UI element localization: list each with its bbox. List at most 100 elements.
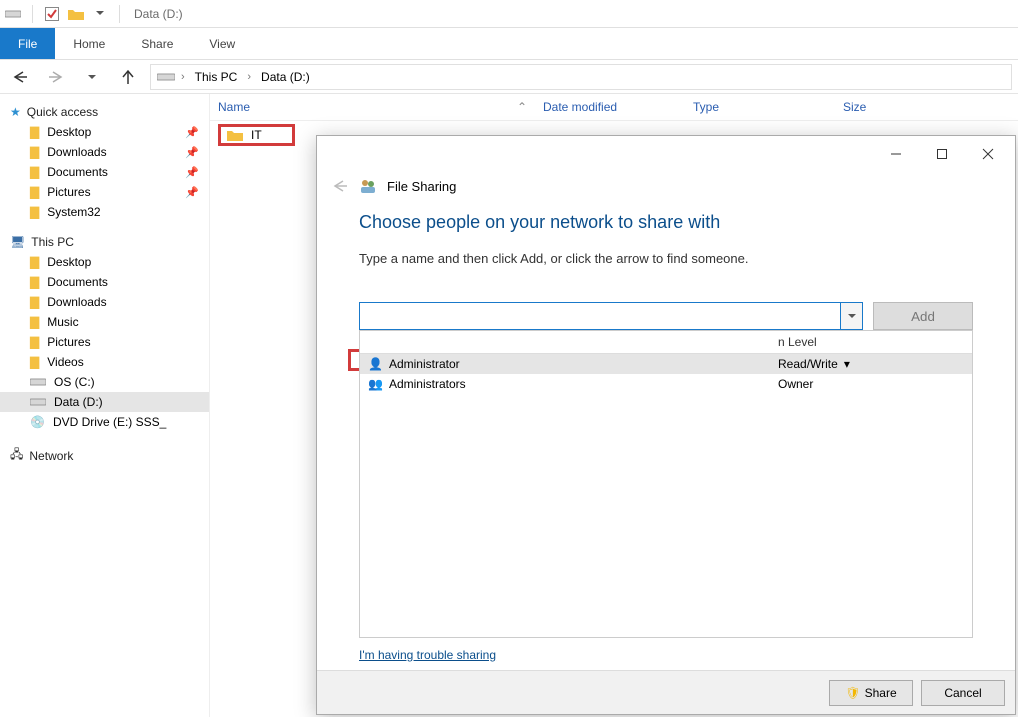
sidebar-item-desktop[interactable]: ▇Desktop📌 <box>0 122 209 142</box>
folder-icon: ▇ <box>30 185 39 199</box>
divider <box>32 5 33 23</box>
disc-icon: 💿 <box>30 415 45 429</box>
add-person-row: Everyone Find people... Add <box>359 302 973 330</box>
folder-icon <box>227 129 243 141</box>
sidebar-item-music[interactable]: ▇Music <box>0 312 209 332</box>
cancel-button[interactable]: Cancel <box>921 680 1005 706</box>
checkbox-icon[interactable] <box>43 5 61 23</box>
drive-icon <box>4 5 22 23</box>
sidebar-item-pictures[interactable]: ▇Pictures <box>0 332 209 352</box>
sidebar-item-data-d[interactable]: Data (D:) <box>0 392 209 412</box>
folder-icon: ▇ <box>30 125 39 139</box>
dialog-heading: Choose people on your network to share w… <box>359 212 973 233</box>
table-row[interactable]: 👤Administrator Read/Write▾ <box>360 354 972 374</box>
dialog-titlebar <box>317 136 1015 172</box>
group-network: 🖧 Network <box>0 442 209 469</box>
breadcrumb-current[interactable]: Data (D:) <box>257 70 314 84</box>
tab-share[interactable]: Share <box>123 28 191 59</box>
sidebar-item-downloads[interactable]: ▇Downloads <box>0 292 209 312</box>
navigation-bar: › This PC › Data (D:) <box>0 60 1018 94</box>
ribbon-tabs: File Home Share View <box>0 28 1018 60</box>
dialog-header: File Sharing <box>317 172 1015 200</box>
chevron-right-icon[interactable]: › <box>245 71 253 83</box>
trouble-sharing-link[interactable]: I'm having trouble sharing <box>359 648 973 662</box>
sidebar-item-dvd-drive[interactable]: 💿DVD Drive (E:) SSS_ <box>0 412 209 432</box>
pin-icon: 📌 <box>185 186 199 199</box>
folder-icon: ▇ <box>30 295 39 309</box>
up-button[interactable] <box>114 65 142 89</box>
sidebar-network[interactable]: 🖧 Network <box>0 442 209 469</box>
folder-icon <box>67 5 85 23</box>
sidebar-item-documents[interactable]: ▇Documents <box>0 272 209 292</box>
pin-icon: 📌 <box>185 126 199 139</box>
minimize-button[interactable] <box>875 140 917 168</box>
folder-icon: ▇ <box>30 315 39 329</box>
add-button[interactable]: Add <box>873 302 973 330</box>
title-bar: Data (D:) <box>0 0 1018 28</box>
chevron-right-icon[interactable]: › <box>179 71 187 83</box>
folder-icon: ▇ <box>30 355 39 369</box>
col-header-size[interactable]: Size <box>835 94 955 120</box>
window-title: Data (D:) <box>134 7 183 21</box>
group-this-pc: 🖥 This PC ▇Desktop ▇Documents ▇Downloads… <box>0 232 209 432</box>
file-sharing-dialog: File Sharing Choose people on your netwo… <box>316 135 1016 715</box>
folder-icon: ▇ <box>30 145 39 159</box>
forward-button[interactable] <box>42 65 70 89</box>
people-icon <box>359 178 377 194</box>
shield-icon: 🛡 <box>845 686 860 700</box>
col-header-name[interactable]: Name⌃ <box>210 94 535 120</box>
drive-icon <box>30 397 46 407</box>
sidebar-item-documents[interactable]: ▇Documents📌 <box>0 162 209 182</box>
col-header-name[interactable] <box>360 331 770 353</box>
sidebar-item-os-c[interactable]: OS (C:) <box>0 372 209 392</box>
drive-icon <box>30 377 46 387</box>
user-icon: 👤 <box>368 357 383 371</box>
network-label: Network <box>29 449 73 463</box>
file-name: IT <box>251 128 262 142</box>
dropdown-icon[interactable] <box>91 5 109 23</box>
breadcrumb[interactable]: › This PC › Data (D:) <box>150 64 1012 90</box>
col-header-permission[interactable]: n Level <box>770 331 972 353</box>
col-header-date[interactable]: Date modified <box>535 94 685 120</box>
tab-file[interactable]: File <box>0 28 55 59</box>
table-row[interactable]: 👥Administrators Owner <box>360 374 972 394</box>
dialog-body: Choose people on your network to share w… <box>317 200 1015 670</box>
dialog-subtext: Type a name and then click Add, or click… <box>359 251 973 266</box>
sort-indicator-icon: ⌃ <box>517 100 527 114</box>
folder-icon: ▇ <box>30 205 39 219</box>
back-icon[interactable] <box>331 179 349 193</box>
star-icon: ★ <box>10 105 21 119</box>
sidebar-item-pictures[interactable]: ▇Pictures📌 <box>0 182 209 202</box>
tab-home[interactable]: Home <box>55 28 123 59</box>
maximize-button[interactable] <box>921 140 963 168</box>
group-icon: 👥 <box>368 377 383 391</box>
tab-view[interactable]: View <box>191 28 253 59</box>
sidebar-this-pc[interactable]: 🖥 This PC <box>0 232 209 252</box>
person-combobox[interactable]: Everyone Find people... <box>359 302 863 330</box>
close-button[interactable] <box>967 140 1009 168</box>
back-button[interactable] <box>6 65 34 89</box>
computer-icon: 🖥 <box>10 235 25 249</box>
share-button[interactable]: 🛡 Share <box>829 680 913 706</box>
sidebar-item-downloads[interactable]: ▇Downloads📌 <box>0 142 209 162</box>
group-quick-access: ★ Quick access ▇Desktop📌 ▇Downloads📌 ▇Do… <box>0 102 209 222</box>
quick-access-label: Quick access <box>27 105 98 119</box>
folder-icon: ▇ <box>30 255 39 269</box>
recent-dropdown[interactable] <box>78 65 106 89</box>
this-pc-label: This PC <box>31 235 74 249</box>
dialog-footer: 🛡 Share Cancel <box>317 670 1015 714</box>
col-header-type[interactable]: Type <box>685 94 835 120</box>
sidebar-item-desktop[interactable]: ▇Desktop <box>0 252 209 272</box>
folder-icon: ▇ <box>30 275 39 289</box>
callout-highlight: IT <box>218 124 295 146</box>
sidebar-quick-access[interactable]: ★ Quick access <box>0 102 209 122</box>
drive-icon <box>157 72 175 82</box>
breadcrumb-root[interactable]: This PC <box>191 70 242 84</box>
sidebar-item-videos[interactable]: ▇Videos <box>0 352 209 372</box>
divider <box>119 5 120 23</box>
chevron-down-icon[interactable]: ▾ <box>844 357 850 371</box>
pin-icon: 📌 <box>185 146 199 159</box>
dropdown-button[interactable] <box>840 303 862 329</box>
column-headers: Name⌃ Date modified Type Size <box>210 94 1018 121</box>
sidebar-item-system32[interactable]: ▇System32 <box>0 202 209 222</box>
